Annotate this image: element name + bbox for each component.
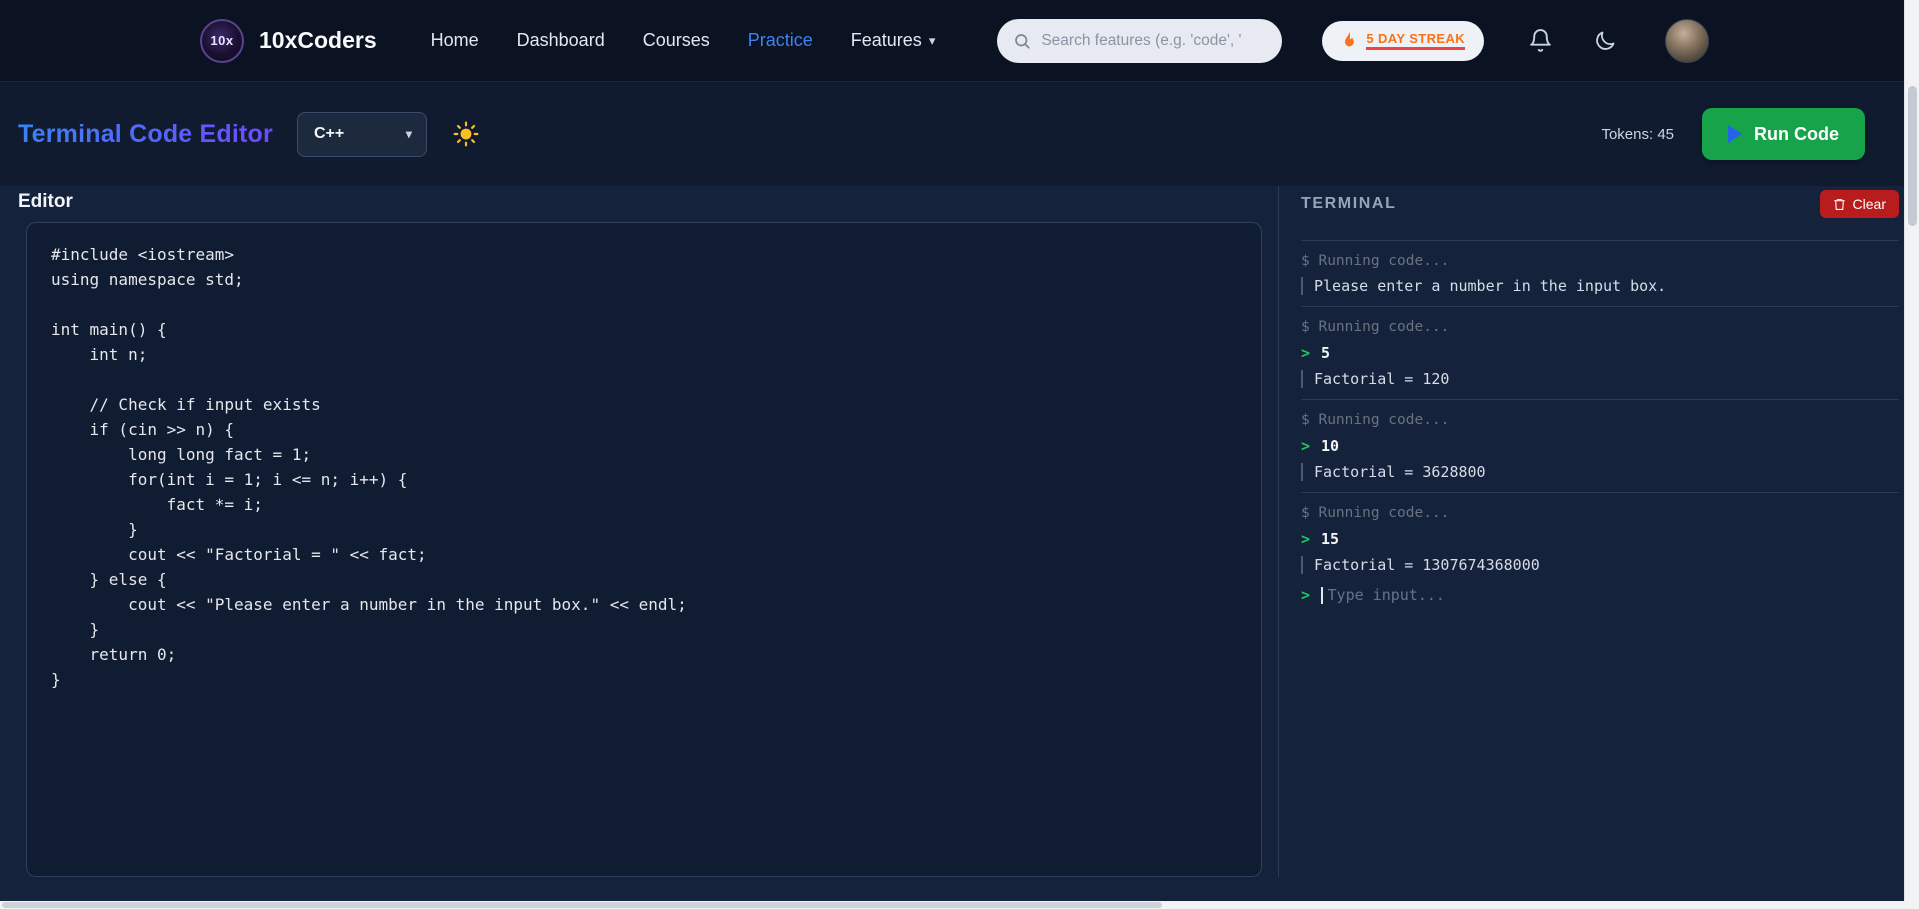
light-theme-toggle[interactable] [453,121,479,147]
run-code-label: Run Code [1754,123,1839,144]
moon-icon [1596,31,1615,50]
avatar[interactable] [1665,18,1710,63]
top-navigation: 10x 10xCoders Home Dashboard Courses Pra… [0,0,1919,82]
nav-item-practice[interactable]: Practice [748,30,813,51]
nav-item-features[interactable]: Features ▾ [851,30,936,51]
terminal-output-line: Factorial = 3628800 [1301,463,1899,481]
nav-item-home[interactable]: Home [431,30,479,51]
streak-badge: 5 DAY STREAK [1322,20,1485,61]
terminal-entry: $ Running code... > 5 Factorial = 120 [1301,306,1899,399]
horizontal-scrollbar[interactable] [0,901,1919,909]
brand-logo-text: 10x [210,33,234,48]
search-icon [1015,33,1030,49]
terminal-input-value: 10 [1321,437,1340,455]
nav-item-dashboard[interactable]: Dashboard [517,30,605,51]
nav-item-features-label: Features [850,30,922,50]
streak-label: 5 DAY STREAK [1366,31,1466,50]
clear-terminal-button[interactable]: Clear [1819,190,1899,218]
editor-heading: Editor [18,191,73,212]
page-title: Terminal Code Editor [18,119,273,148]
tokens-count: Tokens: 45 [1601,125,1674,143]
terminal-input-line: > 10 [1301,437,1899,455]
code-content[interactable]: #include <iostream> using namespace std;… [51,242,1237,692]
search-input[interactable] [1041,31,1267,50]
terminal-entry: $ Running code... > 10 Factorial = 36288… [1301,399,1899,492]
nav-item-courses[interactable]: Courses [643,30,710,51]
terminal-status: $ Running code... [1301,253,1450,269]
prompt-icon: > [1301,530,1311,548]
code-editor[interactable]: #include <iostream> using namespace std;… [26,222,1262,877]
chevron-down-icon: ▾ [928,32,936,48]
toolbar-right: Tokens: 45 Run Code [1601,108,1865,160]
main-content: Editor #include <iostream> using namespa… [0,186,1919,877]
terminal-output-line: Please enter a number in the input box. [1301,277,1899,295]
terminal-panel: TERMINAL Clear $ Running code... Please … [1278,186,1919,877]
search-box[interactable] [997,18,1283,63]
prompt-icon: > [1301,344,1311,362]
terminal-heading: TERMINAL [1301,195,1397,212]
terminal-input-value: 5 [1321,344,1331,362]
run-code-button[interactable]: Run Code [1702,108,1865,160]
brand-logo-icon: 10x [200,18,244,63]
terminal-input-line: > 15 [1301,530,1899,548]
terminal-output[interactable]: $ Running code... Please enter a number … [1301,240,1899,615]
prompt-icon: > [1301,586,1311,604]
terminal-status: $ Running code... [1301,412,1450,428]
terminal-entry: $ Running code... Please enter a number … [1301,240,1899,306]
flame-icon [1345,31,1355,46]
terminal-output-line: Factorial = 1307674368000 [1301,556,1899,574]
terminal-output-line: Factorial = 120 [1301,370,1899,388]
vertical-scrollbar[interactable] [1904,0,1919,901]
terminal-status: $ Running code... [1301,319,1450,335]
clear-terminal-label: Clear [1852,196,1886,212]
terminal-header: TERMINAL Clear [1301,190,1899,218]
brand-name: 10xCoders [259,27,377,53]
brand[interactable]: 10x 10xCoders [200,18,377,63]
language-select-value: C++ [313,125,345,142]
terminal-input-value: 15 [1321,530,1340,548]
editor-panel: Editor #include <iostream> using namespa… [0,186,1278,877]
vertical-scrollbar-thumb[interactable] [1908,86,1917,226]
terminal-entry: $ Running code... > 15 Factorial = 13076… [1301,492,1899,615]
terminal-input-row[interactable]: > Type input... [1301,586,1899,604]
terminal-status: $ Running code... [1301,505,1450,521]
terminal-input-placeholder: Type input... [1327,586,1445,604]
editor-toolbar: Terminal Code Editor C++ ▾ Tokens: 45 Ru… [0,82,1919,186]
language-select[interactable]: C++ ▾ [296,111,427,157]
notifications-button[interactable] [1528,28,1553,53]
theme-toggle-button[interactable] [1593,29,1617,53]
chevron-down-icon: ▾ [405,127,412,141]
nav-links: Home Dashboard Courses Practice Features… [431,30,936,51]
horizontal-scrollbar-thumb[interactable] [2,902,1162,908]
terminal-input-line: > 5 [1301,344,1899,362]
sun-icon [453,121,479,147]
text-cursor [1321,586,1323,604]
trash-icon [1833,199,1845,210]
bell-icon [1530,29,1551,52]
prompt-icon: > [1301,437,1311,455]
play-icon [1728,125,1742,143]
